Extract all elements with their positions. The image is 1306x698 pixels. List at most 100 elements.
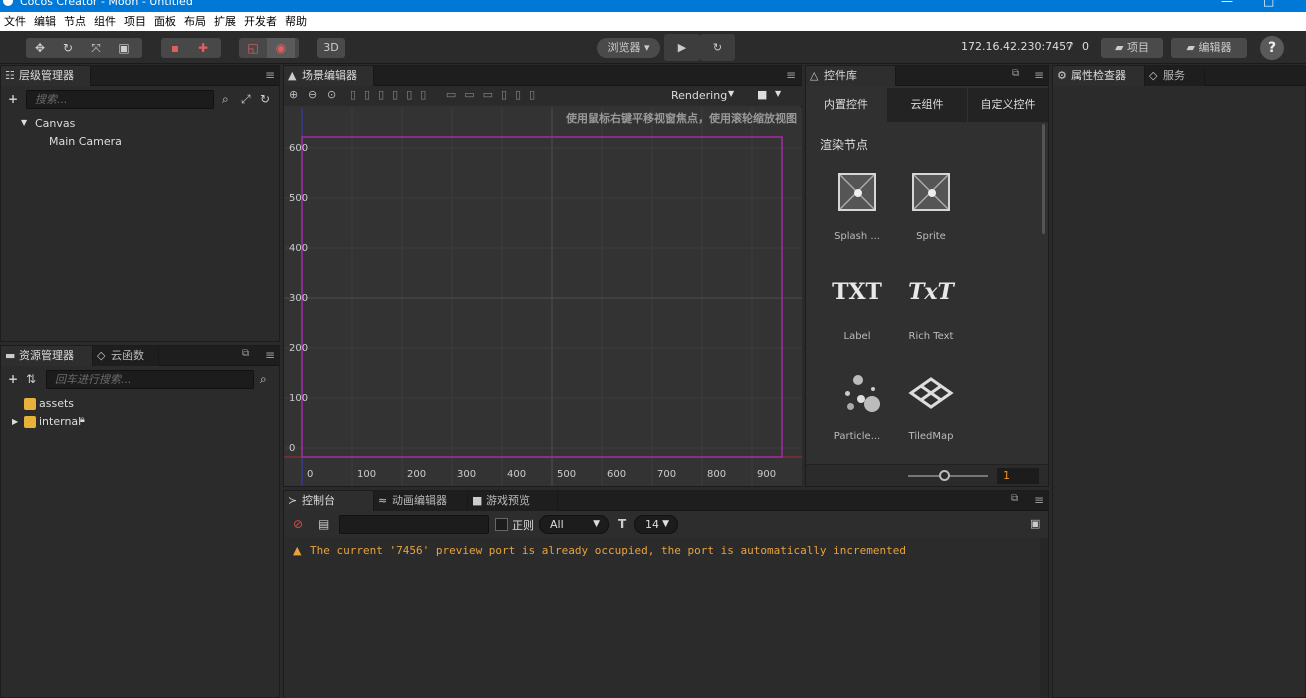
3d-toggle-button[interactable]: 3D	[317, 38, 345, 58]
widget-scrollbar[interactable]	[1042, 124, 1045, 234]
panel-menu-icon[interactable]: ≡	[265, 68, 275, 82]
zoom-out-icon[interactable]: ⊖	[308, 88, 317, 101]
refresh-icon[interactable]: ↻	[260, 92, 270, 106]
menu-edit[interactable]: 编辑	[30, 12, 60, 29]
tree-node-assets[interactable]: assets	[39, 397, 74, 410]
rect-tool-icon[interactable]: ▣	[110, 38, 138, 58]
menu-project[interactable]: 项目	[120, 12, 150, 29]
zoom-in-icon[interactable]: ⊕	[289, 88, 298, 101]
widget-tiledmap-label: TiledMap	[908, 431, 954, 442]
tab-custom-widgets[interactable]: 自定义控件	[968, 88, 1048, 122]
tab-inspector[interactable]: ⚙ 属性检查器	[1053, 66, 1145, 86]
log-level-select[interactable]: All ▼	[539, 515, 609, 534]
tab-assets[interactable]: ▬ 资源管理器	[1, 346, 93, 366]
add-node-icon[interactable]: +	[8, 92, 18, 106]
popout-icon[interactable]: ⧉	[1012, 68, 1019, 79]
hierarchy-search-input[interactable]: 搜索...	[26, 90, 214, 109]
rotate-tool-icon[interactable]: ↻	[54, 38, 82, 58]
assets-search-input[interactable]: 回车进行搜索...	[46, 370, 254, 389]
snap-icon[interactable]: ◱	[239, 38, 267, 58]
tree-node-canvas[interactable]: Canvas	[35, 117, 75, 130]
align-tools[interactable]: ▯▯▯▯▯▯ ▭▭▭▯▯▯	[350, 88, 543, 101]
tab-hierarchy[interactable]: ☷ 层级管理器	[1, 66, 91, 86]
expand-arrow-icon[interactable]: ▼	[21, 118, 27, 127]
tree-node-main-camera[interactable]: Main Camera	[49, 135, 122, 148]
db-folder-icon	[24, 416, 36, 428]
widget-size-input[interactable]: 1	[997, 468, 1039, 484]
clear-console-icon[interactable]: ⊘	[293, 517, 303, 531]
console-filter-input[interactable]	[339, 515, 489, 534]
gizmo-icon[interactable]: ◉	[267, 38, 295, 58]
move-tool-icon[interactable]: ✥	[26, 38, 54, 58]
menu-node[interactable]: 节点	[60, 12, 90, 29]
console-warning-message: The current '7456' preview port is alrea…	[310, 544, 907, 557]
menu-layout[interactable]: 布局	[180, 12, 210, 29]
tab-game-preview[interactable]: ■ 游戏预览	[468, 491, 558, 511]
pivot-icon[interactable]: ▪	[161, 38, 189, 58]
tab-cloud-functions[interactable]: ◇ 云函数	[93, 346, 159, 366]
widget-tiledmap[interactable]: TiledMap	[895, 373, 967, 442]
scene-viewport[interactable]: 使用鼠标右键平移视窗焦点，使用滚轮缩放视图 600 500 400 300 20…	[284, 108, 802, 486]
panel-menu-icon[interactable]: ≡	[1034, 68, 1044, 82]
font-size-select[interactable]: 14 ▼	[634, 515, 678, 534]
tab-services[interactable]: ◇ 服务	[1145, 66, 1205, 86]
tab-console[interactable]: ≻ 控制台	[284, 491, 374, 511]
maximize-button[interactable]: □	[1263, 0, 1274, 8]
locate-icon[interactable]: ⤢	[241, 92, 251, 107]
console-scrollbar[interactable]	[1040, 538, 1048, 698]
popout-icon[interactable]: ⧉	[1011, 493, 1018, 504]
help-button[interactable]: ?	[1260, 36, 1284, 60]
play-button[interactable]: ▶	[664, 34, 700, 61]
widget-tabbar: △ 控件库 ⧉ ≡	[806, 66, 1048, 86]
popout-icon[interactable]: ⧉	[242, 348, 249, 359]
menu-panel[interactable]: 面板	[150, 12, 180, 29]
search-icon[interactable]: ⌕	[260, 372, 267, 387]
open-editor-button[interactable]: ▰ 编辑器	[1171, 38, 1247, 58]
browser-select[interactable]: 浏览器 ▾	[597, 38, 660, 58]
zoom-reset-icon[interactable]: ⊙	[327, 88, 336, 101]
x-tick-600: 600	[607, 469, 627, 480]
menu-developer[interactable]: 开发者	[240, 12, 281, 29]
add-asset-icon[interactable]: +	[8, 372, 18, 386]
panel-menu-icon[interactable]: ≡	[265, 348, 275, 362]
tab-cloud-components[interactable]: 云组件	[887, 88, 967, 122]
camera-icon[interactable]: ■	[757, 88, 767, 101]
rendering-select[interactable]: Rendering	[671, 89, 727, 102]
widget-label[interactable]: TXT Label	[821, 279, 893, 342]
widget-sprite[interactable]: Sprite	[895, 173, 967, 242]
minimize-button[interactable]: —	[1221, 0, 1233, 8]
menu-file[interactable]: 文件	[0, 12, 30, 29]
menu-extension[interactable]: 扩展	[210, 12, 240, 29]
slider-handle[interactable]	[939, 470, 950, 481]
label-icon: TXT	[832, 279, 882, 305]
tab-widgets[interactable]: △ 控件库	[806, 66, 896, 86]
scale-tool-icon[interactable]: ⤧	[82, 38, 110, 58]
open-project-button[interactable]: ▰ 项目	[1101, 38, 1163, 58]
tab-animation-editor[interactable]: ≈ 动画编辑器	[374, 491, 468, 511]
widget-particle[interactable]: Particle...	[821, 373, 893, 442]
panel-menu-icon[interactable]: ≡	[1034, 493, 1044, 507]
inspector-panel: ⚙ 属性检查器 ◇ 服务	[1052, 65, 1306, 698]
tree-node-internal[interactable]: internal	[39, 415, 81, 428]
regex-checkbox[interactable]	[495, 518, 508, 531]
collapse-icon[interactable]: ▣	[1030, 517, 1040, 530]
wifi-icon: ⌔	[1064, 39, 1076, 53]
tab-builtin-widgets[interactable]: 内置控件	[806, 88, 886, 122]
animation-icon: ≈	[378, 494, 388, 507]
widget-rich-text[interactable]: TxT Rich Text	[895, 279, 967, 342]
sort-icon[interactable]: ⇅	[26, 372, 36, 386]
menu-help[interactable]: 帮助	[281, 12, 311, 29]
search-icon[interactable]: ⌕	[222, 92, 229, 107]
local-icon[interactable]: ✚	[189, 38, 217, 58]
open-log-file-icon[interactable]: ▤	[318, 517, 329, 531]
widget-splash[interactable]: Splash ...	[821, 173, 893, 242]
refresh-button[interactable]: ↻	[700, 34, 735, 61]
tiledmap-icon	[908, 373, 954, 413]
camera-dropdown-arrow-icon[interactable]: ▼	[775, 89, 781, 98]
tab-scene[interactable]: ▲ 场景编辑器	[284, 66, 374, 86]
panel-menu-icon[interactable]: ≡	[786, 68, 796, 82]
rendering-dropdown-arrow-icon[interactable]: ▼	[728, 89, 734, 98]
expand-arrow-icon[interactable]: ▶	[12, 417, 18, 426]
x-tick-400: 400	[507, 469, 527, 480]
menu-component[interactable]: 组件	[90, 12, 120, 29]
